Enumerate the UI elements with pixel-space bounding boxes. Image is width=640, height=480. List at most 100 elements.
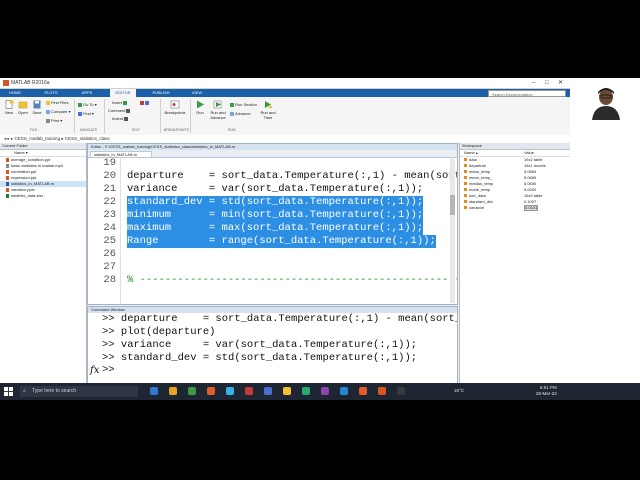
file-icon [6, 169, 9, 174]
format-tools[interactable] [140, 100, 150, 105]
compare-button[interactable]: Compare ▾ [46, 109, 71, 114]
windows-start-icon[interactable] [4, 387, 13, 396]
taskbar-app-icon[interactable] [188, 387, 196, 395]
taskbar-app-icon[interactable] [283, 387, 291, 395]
line-number: 23 [103, 209, 116, 221]
webcam-overlay [570, 78, 640, 392]
line-text: % --------------------------------------… [127, 274, 458, 286]
comment-label: Comment [108, 108, 126, 113]
taskbar-app-icon[interactable] [245, 387, 253, 395]
tab-view[interactable]: VIEW [186, 89, 208, 97]
taskbar-app-icon[interactable] [226, 387, 234, 395]
find-files-label: Find Files [51, 100, 69, 105]
new-label: New [4, 110, 13, 115]
command-window[interactable]: Command Window >> departure = sort_data.… [87, 306, 458, 387]
variable-icon [464, 164, 467, 167]
code-line[interactable]: 26 [88, 248, 457, 261]
variable-icon [464, 182, 467, 185]
file-icon [6, 181, 9, 186]
command-prompt[interactable]: >> [88, 364, 115, 377]
advance-icon [230, 111, 234, 116]
code-line[interactable]: 25 Range = range(sort_data.Temperature(:,… [88, 235, 457, 248]
taskbar-app-icon[interactable] [378, 387, 386, 395]
tab-home[interactable]: HOME [4, 89, 26, 97]
group-file-label: FILE [30, 128, 38, 132]
ribbon-separator [190, 99, 191, 133]
nav-arrows-icon[interactable]: ◂ ▸ [0, 136, 11, 141]
fx-format-icon [140, 100, 144, 105]
line-number: 21 [103, 183, 116, 195]
taskbar-app-icon[interactable] [169, 387, 177, 395]
run-icon [197, 100, 204, 109]
run-button[interactable]: Run [194, 100, 206, 115]
ws-value-header[interactable]: Value [524, 150, 534, 156]
indent-button[interactable]: Indent [112, 116, 129, 121]
taskbar-app-icon[interactable] [340, 387, 348, 395]
taskbar-app-icon[interactable] [397, 387, 405, 395]
code-line[interactable]: 22 standard_dev = std(sort_data.Temperatu… [88, 196, 457, 209]
code-line[interactable]: 23 minimum = min(sort_data.Temperature(:,… [88, 209, 457, 222]
comment-button[interactable]: Comment [108, 108, 131, 113]
name-column-header[interactable]: Name ▾ [0, 150, 86, 157]
new-button[interactable]: New [3, 100, 15, 115]
taskbar-app-icon[interactable] [264, 387, 272, 395]
taskbar-app-icon[interactable] [321, 387, 329, 395]
breakpoints-button[interactable]: Breakpoints [164, 100, 186, 115]
workspace-variable[interactable]: variance 0.0101 [460, 205, 571, 211]
insert-button[interactable]: Insert [112, 100, 128, 105]
group-navigate-label: NAVIGATE [80, 128, 98, 132]
taskbar-app-icon[interactable] [207, 387, 215, 395]
find-icon [78, 111, 82, 116]
variable-icon [464, 170, 467, 173]
close-button[interactable]: ✕ [558, 78, 563, 88]
print-button[interactable]: Print ▾ [46, 118, 62, 123]
run-section-button[interactable]: Run Section [230, 102, 257, 107]
taskbar-app-icon[interactable] [359, 387, 367, 395]
code-line[interactable]: 24 maximum = max(sort_data.Temperature(:,… [88, 222, 457, 235]
run-and-advance-button[interactable]: Run and Advance [208, 100, 228, 120]
editor-scroll-thumb[interactable] [450, 195, 455, 215]
new-file-icon [5, 100, 14, 109]
tab-publish[interactable]: PUBLISH [148, 89, 174, 97]
advance-button[interactable]: Advance [230, 111, 251, 116]
run-and-time-button[interactable]: Run and Time [258, 100, 278, 120]
open-label: Open [18, 110, 28, 115]
tab-apps[interactable]: APPS [76, 89, 98, 97]
find-button[interactable]: Find ▾ [78, 111, 94, 116]
code-line[interactable]: 20 departure = sort_data.Temperature(:,1)… [88, 170, 457, 183]
editor-scrollbar[interactable] [450, 159, 455, 303]
variable-icon [464, 200, 467, 203]
taskbar-search-input[interactable]: ⌕ Type here to search [20, 386, 138, 397]
command-history: >> departure = sort_data.Temperature(:,1… [88, 313, 457, 365]
code-line[interactable]: 21 variance = var(sort_data.Temperature(:… [88, 183, 457, 196]
tab-editor[interactable]: EDITOR [110, 89, 136, 97]
clock-date[interactable]: 26-Mar-22 [536, 391, 557, 397]
minimize-button[interactable]: – [532, 78, 535, 88]
code-area[interactable]: 19 20 departure = sort_data.Temperature(:,… [88, 157, 458, 287]
go-to-button[interactable]: Go To ▾ [78, 102, 97, 107]
file-item[interactable]: weather_data.xlsx [0, 193, 86, 199]
advance-label: Advance [235, 111, 251, 116]
weather-temperature[interactable]: 15°C [454, 388, 464, 394]
file-name: basic statistics in matlab.mp4 [11, 163, 64, 168]
taskbar-app-icon[interactable] [150, 387, 158, 395]
code-line[interactable]: 28 % ------------------------------------… [88, 274, 458, 287]
code-line[interactable]: 19 [88, 157, 457, 170]
indent-label: Indent [112, 116, 124, 121]
search-documentation-input[interactable]: Search Documentation [488, 90, 566, 97]
file-name: statistics_in_MATLAB.m [11, 181, 55, 186]
ws-name-header[interactable]: Name ▴ [464, 150, 478, 156]
save-button[interactable]: Save [31, 100, 43, 115]
taskbar-app-icon[interactable] [302, 387, 310, 395]
tab-plots[interactable]: PLOTS [40, 89, 62, 97]
current-path[interactable]: ▸ CESS_matlab_training ▸ CESS_statistics… [11, 136, 110, 141]
find-files-button[interactable]: Find Files [46, 100, 68, 105]
maximize-button[interactable]: □ [545, 78, 549, 88]
run-section-icon [230, 102, 234, 107]
open-button[interactable]: Open [17, 100, 29, 115]
search-icon: ⌕ [23, 388, 26, 394]
code-line[interactable]: 27 [88, 261, 457, 274]
current-folder-panel: Current Folder Name ▾ average_condition.… [0, 143, 88, 395]
matlab-logo-icon [3, 80, 9, 86]
compare-label: Compare [51, 109, 68, 114]
